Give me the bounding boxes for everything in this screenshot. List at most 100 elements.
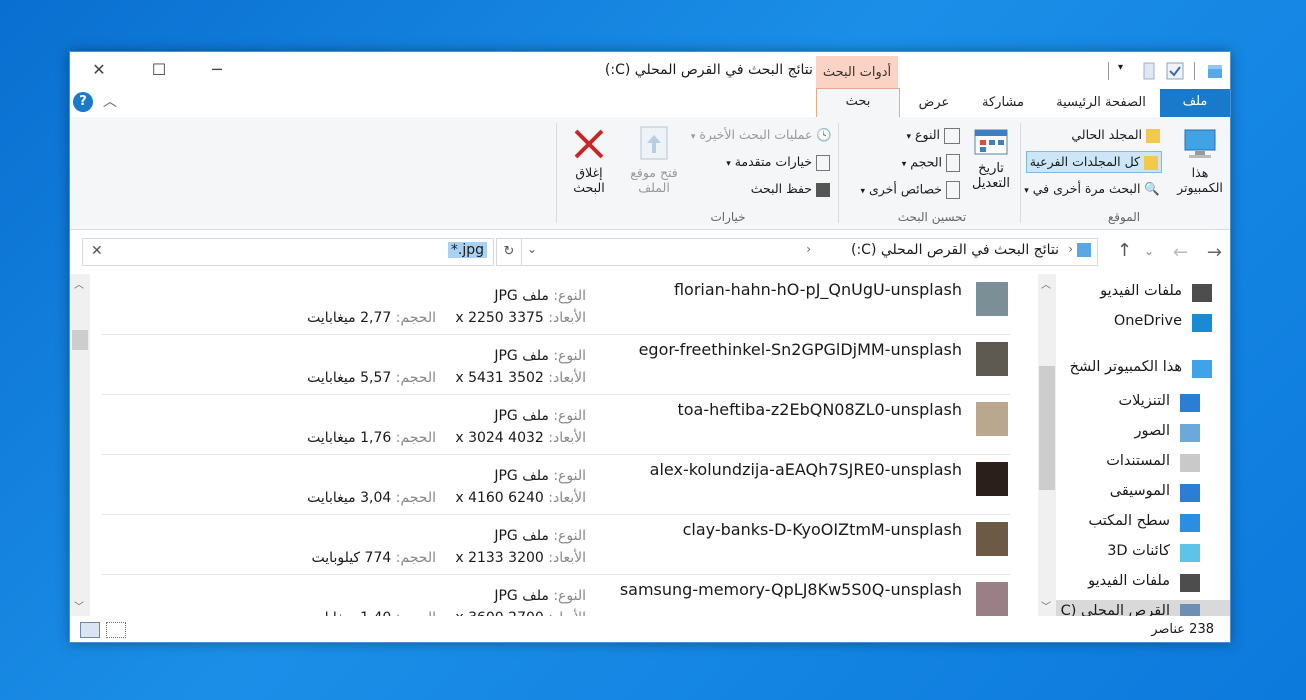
nav-item-label: الموسيقى xyxy=(1109,483,1170,499)
close-search-button[interactable]: إغلاق البحث xyxy=(560,127,618,207)
tab-share[interactable]: مشاركة xyxy=(970,90,1036,116)
search-box[interactable]: ✕ *.jpg xyxy=(82,238,494,266)
address-box[interactable]: › نتائج البحث في القرص المحلي (C:) › ⌄ xyxy=(520,238,1098,266)
help-icon[interactable]: ? xyxy=(73,92,93,112)
scroll-thumb[interactable] xyxy=(72,330,88,350)
nav-item[interactable]: ملفات الفيديو xyxy=(1056,570,1230,596)
nav-scrollbar[interactable]: ︿ ﹀ xyxy=(1038,274,1056,616)
address-bar-row: → ← ⌄ ↑ › نتائج البحث في القرص المحلي (C… xyxy=(70,230,1230,274)
scroll-down-icon[interactable]: ﹀ xyxy=(1041,598,1051,613)
maximize-button[interactable]: ☐ xyxy=(136,58,182,82)
group-separator xyxy=(1020,123,1021,223)
kind-button[interactable]: النوع ▾ xyxy=(907,127,960,144)
all-subfolders-button[interactable]: كل المجلدات الفرعية xyxy=(1025,151,1162,173)
tab-home[interactable]: الصفحة الرئيسية xyxy=(1045,90,1157,116)
minimize-button[interactable]: ─ xyxy=(194,58,240,82)
search-input[interactable]: *.jpg xyxy=(447,242,487,258)
nav-item[interactable]: كائنات 3D xyxy=(1056,540,1230,566)
refresh-button[interactable]: ↻ xyxy=(496,238,522,266)
open-file-location-button[interactable]: فتح موقع الملف xyxy=(622,125,686,205)
file-type: النوع: ملف JPG xyxy=(494,408,586,424)
nav-item-label: ملفات الفيديو xyxy=(1100,283,1182,299)
table-row[interactable]: florian-hahn-hO-pJ_QnUgU-unsplash النوع: … xyxy=(102,274,1010,335)
table-row[interactable]: egor-freethinkel-Sn2GPGlDjMM-unsplash الن… xyxy=(102,334,1010,395)
computer-icon xyxy=(1184,129,1216,158)
table-row[interactable]: clay-banks-D-KyoOIZtmM-unsplash النوع: مل… xyxy=(102,514,1010,575)
file-type: النوع: ملف JPG xyxy=(494,528,586,544)
close-window-button[interactable]: ✕ xyxy=(76,58,122,82)
recent-locations-button[interactable]: ⌄ xyxy=(1144,244,1154,258)
search-tools-context-tab: أدوات البحث xyxy=(816,56,898,88)
nav-item-label: القرص المحلي (C xyxy=(1060,603,1170,616)
date-modified-button[interactable]: تاريخ التعديل xyxy=(964,127,1018,205)
nav-item[interactable]: المستندات xyxy=(1056,450,1230,476)
nav-item[interactable]: ملفات الفيديو xyxy=(1056,280,1230,306)
file-thumbnail xyxy=(976,342,1008,376)
this-pc-button[interactable]: هذا الكمبيوتر xyxy=(1176,127,1224,207)
folder-icon xyxy=(1146,128,1160,143)
chevron-down-icon: ▾ xyxy=(726,159,731,169)
forward-button[interactable]: ← xyxy=(1173,242,1188,263)
breadcrumb-path[interactable]: نتائج البحث في القرص المحلي (C:) xyxy=(851,242,1059,258)
save-search-button[interactable]: حفظ البحث xyxy=(751,181,830,197)
other-properties-button[interactable]: خصائص أخرى ▾ xyxy=(860,181,960,199)
recent-searches-button[interactable]: 🕓 عمليات البحث الأخيرة ▾ xyxy=(691,127,832,143)
tab-search[interactable]: بحث xyxy=(816,88,900,118)
nav-item-label: المستندات xyxy=(1106,453,1170,469)
breadcrumb-chevron-icon: › xyxy=(806,242,811,256)
size-button[interactable]: الحجم ▾ xyxy=(902,154,960,172)
advanced-options-button[interactable]: خيارات متقدمة ▾ xyxy=(726,154,830,171)
save-icon xyxy=(816,182,830,197)
scroll-up-icon[interactable]: ︿ xyxy=(74,276,84,291)
close-search-icon xyxy=(574,129,604,159)
collapse-ribbon-icon[interactable]: ︿ xyxy=(103,91,117,111)
table-row[interactable]: alex-kolundzija-aEAQh7SJRE0-unsplash النو… xyxy=(102,454,1010,515)
file-name: alex-kolundzija-aEAQh7SJRE0-unsplash xyxy=(649,460,962,479)
tab-file[interactable]: ملف xyxy=(1160,89,1230,117)
file-thumbnail xyxy=(976,282,1008,316)
address-dropdown-icon[interactable]: ⌄ xyxy=(527,242,537,256)
qat-check-icon[interactable] xyxy=(1166,62,1184,80)
nav-item[interactable]: الموسيقى xyxy=(1056,480,1230,506)
search-again-button[interactable]: 🔍 البحث مرة أخرى في ▾ xyxy=(1024,181,1160,197)
qat-properties-icon[interactable] xyxy=(1142,62,1160,80)
nav-item[interactable]: OneDrive xyxy=(1056,310,1230,336)
qat-customize-icon[interactable]: ▾ xyxy=(1118,62,1136,80)
results-scrollbar[interactable]: ︿ ﹀ xyxy=(70,274,90,616)
desktop-icon xyxy=(1180,514,1200,532)
nav-item-label: سطح المكتب xyxy=(1088,513,1170,529)
nav-item-label: هذا الكمبيوتر الشخ xyxy=(1069,359,1182,375)
advanced-options-icon xyxy=(816,154,830,171)
up-button[interactable]: ↑ xyxy=(1117,240,1132,261)
details-view-icon[interactable] xyxy=(80,622,100,638)
nav-item[interactable]: التنزيلات xyxy=(1056,390,1230,416)
back-button[interactable]: → xyxy=(1207,242,1222,263)
nav-item[interactable]: القرص المحلي (C xyxy=(1056,600,1230,616)
scroll-down-icon[interactable]: ﹀ xyxy=(74,598,84,613)
nav-item[interactable]: سطح المكتب xyxy=(1056,510,1230,536)
explorer-app-icon xyxy=(1206,62,1224,80)
navigation-pane: ملفات الفيديو OneDrive هذا الكمبيوتر الشخ ا… xyxy=(1056,274,1230,616)
tab-view[interactable]: عرض xyxy=(906,90,962,116)
options-group-label: خيارات xyxy=(710,210,746,224)
clear-search-icon[interactable]: ✕ xyxy=(91,243,103,259)
file-size: الحجم: 2,77 ميغابايت xyxy=(307,310,436,326)
content-area: ︿ ﹀ florian-hahn-hO-pJ_QnUgU-unsplash الن… xyxy=(70,274,1230,635)
list-view-icon[interactable] xyxy=(106,622,126,638)
breadcrumb-chevron-icon: › xyxy=(1068,242,1073,256)
status-bar: 238 عناصر xyxy=(70,616,1230,642)
ribbon: هذا الكمبيوتر المجلد الحالي كل المجلدات … xyxy=(70,117,1230,230)
nav-item-label: OneDrive xyxy=(1113,313,1182,329)
scroll-up-icon[interactable]: ︿ xyxy=(1041,276,1051,291)
scroll-thumb[interactable] xyxy=(1039,366,1055,490)
nav-item-label: التنزيلات xyxy=(1118,393,1170,409)
chevron-down-icon: ▾ xyxy=(1024,186,1029,196)
current-folder-button[interactable]: المجلد الحالي xyxy=(1071,127,1160,143)
nav-item[interactable]: الصور xyxy=(1056,420,1230,446)
drive-icon xyxy=(1180,604,1200,616)
nav-item-label: الصور xyxy=(1134,423,1170,439)
video-folder-icon xyxy=(1180,574,1200,592)
qat-separator xyxy=(1194,62,1195,80)
table-row[interactable]: toa-heftiba-z2EbQN08ZL0-unsplash النوع: م… xyxy=(102,394,1010,455)
nav-item[interactable]: هذا الكمبيوتر الشخ xyxy=(1056,356,1230,382)
